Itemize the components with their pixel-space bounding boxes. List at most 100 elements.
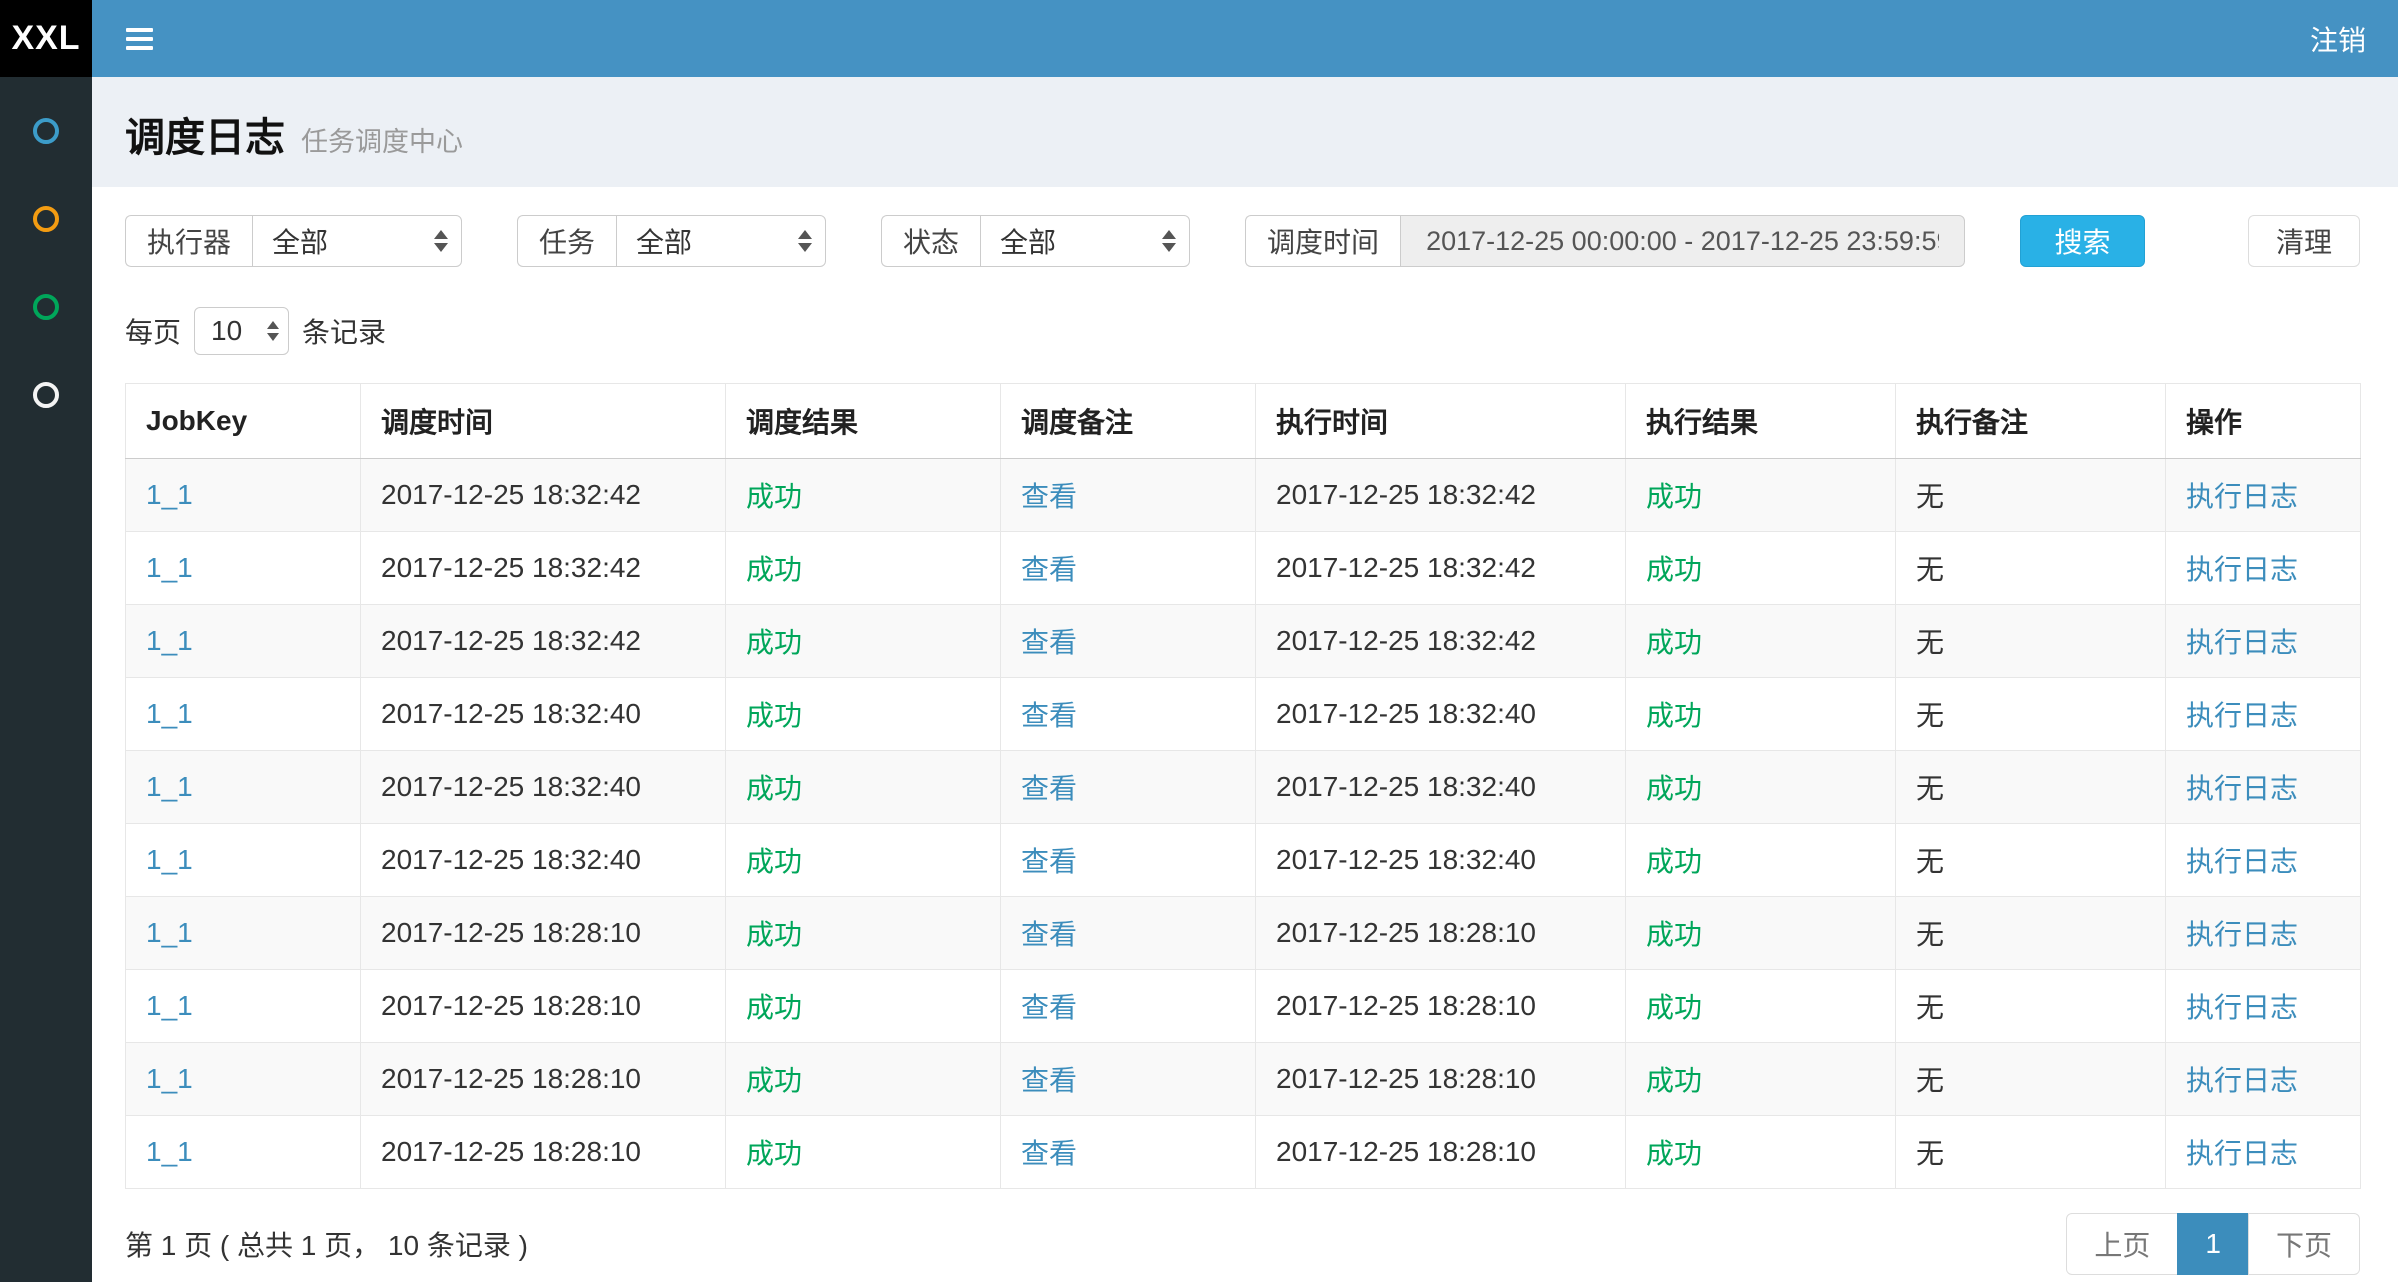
exec-log-link[interactable]: 执行日志 [2186,1138,2298,1169]
status-filter-group: 状态 全部 [881,215,1190,267]
trigger-msg-link[interactable]: 查看 [1021,773,1077,804]
status-filter-label: 状态 [881,215,980,267]
handle-msg-cell: 无 [1896,751,2166,824]
handle-result-cell: 成功 [1626,605,1896,678]
sidebar-menu-item[interactable] [0,263,92,351]
handle-result-cell: 成功 [1626,824,1896,897]
trigger-msg-link[interactable]: 查看 [1021,627,1077,658]
handle-msg-cell: 无 [1896,1116,2166,1189]
page-length-row: 每页 10 条记录 [125,307,2360,355]
trigger-time-cell: 2017-12-25 18:28:10 [361,970,726,1043]
trigger-result-cell: 成功 [726,897,1001,970]
jobkey-link[interactable]: 1_1 [146,1063,193,1094]
select-stepper-icon [434,230,448,252]
exec-log-link[interactable]: 执行日志 [2186,700,2298,731]
executor-filter-label: 执行器 [125,215,252,267]
table-row: 1_1 2017-12-25 18:32:42 成功 查看 2017-12-25… [126,459,2361,532]
trigger-msg-link[interactable]: 查看 [1021,700,1077,731]
select-stepper-icon [798,230,812,252]
table-row: 1_1 2017-12-25 18:32:42 成功 查看 2017-12-25… [126,532,2361,605]
sidebar-toggle-button[interactable] [122,17,157,61]
clear-button[interactable]: 清理 [2248,215,2360,267]
table-row: 1_1 2017-12-25 18:32:42 成功 查看 2017-12-25… [126,605,2361,678]
sidebar-menu-item[interactable] [0,351,92,439]
next-page-button[interactable]: 下页 [2248,1213,2360,1275]
jobkey-link[interactable]: 1_1 [146,917,193,948]
table-row: 1_1 2017-12-25 18:28:10 成功 查看 2017-12-25… [126,897,2361,970]
app-logo[interactable]: XXL [0,0,92,77]
handle-result-cell: 成功 [1626,1116,1896,1189]
content-box: 执行器 全部 任务 全部 状态 全部 [92,187,2398,1282]
exec-log-link[interactable]: 执行日志 [2186,773,2298,804]
trigger-time-range-input[interactable] [1400,215,1965,267]
trigger-msg-link[interactable]: 查看 [1021,554,1077,585]
logout-link[interactable]: 注销 [2310,19,2366,59]
handle-msg-cell: 无 [1896,605,2166,678]
exec-log-link[interactable]: 执行日志 [2186,846,2298,877]
exec-log-link[interactable]: 执行日志 [2186,919,2298,950]
handle-time-cell: 2017-12-25 18:32:40 [1256,751,1626,824]
exec-log-link[interactable]: 执行日志 [2186,554,2298,585]
search-button[interactable]: 搜索 [2020,215,2145,267]
jobkey-link[interactable]: 1_1 [146,479,193,510]
handle-time-cell: 2017-12-25 18:32:42 [1256,459,1626,532]
executor-select[interactable]: 全部 [252,215,462,267]
trigger-time-cell: 2017-12-25 18:32:40 [361,824,726,897]
page-length-value: 10 [211,315,242,347]
exec-log-link[interactable]: 执行日志 [2186,992,2298,1023]
col-header-handle-result: 执行结果 [1626,384,1896,459]
exec-log-link[interactable]: 执行日志 [2186,1065,2298,1096]
trigger-msg-link[interactable]: 查看 [1021,846,1077,877]
jobkey-link[interactable]: 1_1 [146,625,193,656]
trigger-msg-link[interactable]: 查看 [1021,1065,1077,1096]
handle-time-cell: 2017-12-25 18:28:10 [1256,970,1626,1043]
handle-msg-cell: 无 [1896,970,2166,1043]
job-select[interactable]: 全部 [616,215,826,267]
handle-time-cell: 2017-12-25 18:28:10 [1256,1116,1626,1189]
handle-msg-cell: 无 [1896,897,2166,970]
table-row: 1_1 2017-12-25 18:28:10 成功 查看 2017-12-25… [126,970,2361,1043]
trigger-msg-link[interactable]: 查看 [1021,1138,1077,1169]
handle-result-cell: 成功 [1626,897,1896,970]
table-row: 1_1 2017-12-25 18:28:10 成功 查看 2017-12-25… [126,1116,2361,1189]
sidebar-menu-item[interactable] [0,175,92,263]
circle-o-icon [33,118,59,144]
circle-o-icon [33,294,59,320]
current-page-button[interactable]: 1 [2177,1213,2249,1275]
col-header-trigger-result: 调度结果 [726,384,1001,459]
trigger-time-cell: 2017-12-25 18:28:10 [361,897,726,970]
dispatch-log-table: JobKey 调度时间 调度结果 调度备注 执行时间 执行结果 执行备注 操作 … [125,383,2361,1189]
sidebar-menu-item[interactable] [0,87,92,175]
content-header: 调度日志 任务调度中心 [92,77,2398,187]
page-length-select[interactable]: 10 [194,307,289,355]
jobkey-link[interactable]: 1_1 [146,698,193,729]
trigger-time-cell: 2017-12-25 18:32:42 [361,605,726,678]
jobkey-link[interactable]: 1_1 [146,771,193,802]
trigger-time-cell: 2017-12-25 18:32:42 [361,532,726,605]
jobkey-link[interactable]: 1_1 [146,844,193,875]
job-filter-group: 任务 全部 [517,215,826,267]
col-header-jobkey: JobKey [126,384,361,459]
status-select[interactable]: 全部 [980,215,1190,267]
exec-log-link[interactable]: 执行日志 [2186,627,2298,658]
handle-time-cell: 2017-12-25 18:32:40 [1256,678,1626,751]
trigger-msg-link[interactable]: 查看 [1021,919,1077,950]
trigger-result-cell: 成功 [726,605,1001,678]
page-length-label-before: 每页 [125,311,181,351]
prev-page-button[interactable]: 上页 [2066,1213,2178,1275]
exec-log-link[interactable]: 执行日志 [2186,481,2298,512]
trigger-msg-link[interactable]: 查看 [1021,481,1077,512]
jobkey-link[interactable]: 1_1 [146,552,193,583]
trigger-result-cell: 成功 [726,824,1001,897]
table-row: 1_1 2017-12-25 18:32:40 成功 查看 2017-12-25… [126,678,2361,751]
main-content: 调度日志 任务调度中心 执行器 全部 任务 全部 [92,77,2398,1282]
page-subtitle: 任务调度中心 [301,120,463,159]
trigger-msg-link[interactable]: 查看 [1021,992,1077,1023]
trigger-result-cell: 成功 [726,1116,1001,1189]
handle-time-cell: 2017-12-25 18:28:10 [1256,1043,1626,1116]
handle-msg-cell: 无 [1896,532,2166,605]
jobkey-link[interactable]: 1_1 [146,1136,193,1167]
handle-time-cell: 2017-12-25 18:32:40 [1256,824,1626,897]
page-info: 第 1 页 ( 总共 1 页， 10 条记录 ) [125,1224,528,1264]
jobkey-link[interactable]: 1_1 [146,990,193,1021]
